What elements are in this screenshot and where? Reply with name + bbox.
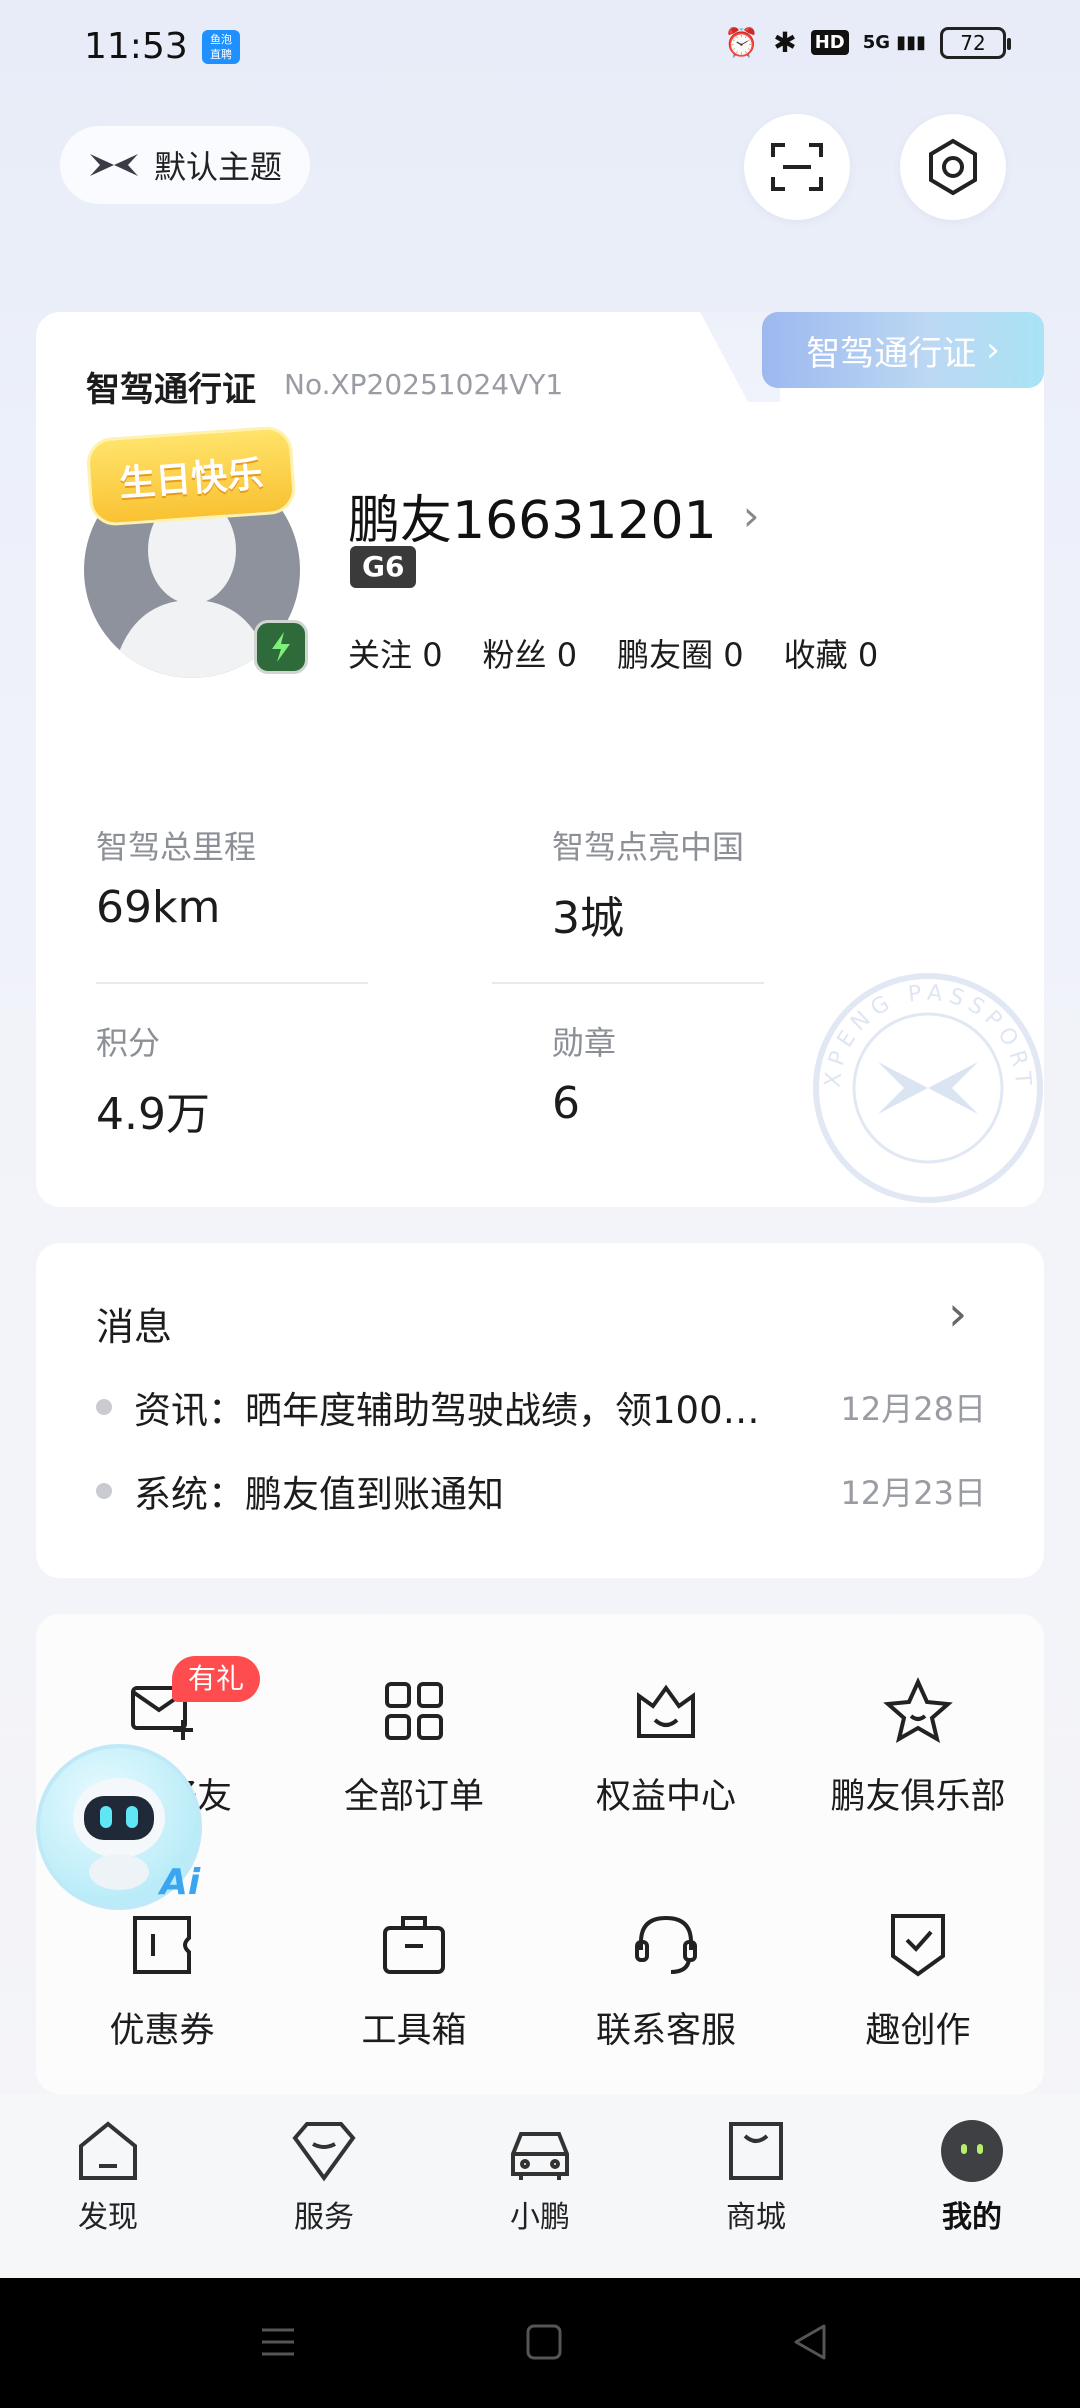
message-item[interactable]: 资讯：晒年度辅助驾驶战绩，领100… 12月28日 [96, 1380, 986, 1434]
coupon-button[interactable]: 优惠券 [36, 1910, 288, 2053]
ai-label: Ai [160, 1862, 201, 1903]
divider [492, 982, 764, 984]
house-icon [79, 2121, 137, 2180]
nav-label: 我的 [942, 2200, 1002, 2235]
theme-button[interactable]: 默认主题 [60, 126, 311, 204]
status-time: 11:53 [84, 26, 188, 67]
passport-stamp-icon: XPENG PASSPORT [813, 973, 1043, 1203]
username-link[interactable]: 鹏友16631201 › [348, 478, 759, 553]
toolbox-icon [383, 1916, 445, 1974]
nav-label: 服务 [294, 2200, 354, 2235]
stat-value: 69km [96, 882, 221, 933]
nav-label: 发现 [78, 2200, 138, 2235]
all-orders-button[interactable]: 全部订单 [288, 1676, 540, 1819]
settings-hexagon-icon [929, 138, 977, 196]
grid-label: 趣创作 [865, 2011, 971, 2051]
app-notification-icon: 鱼泡 直聘 [202, 30, 240, 64]
grid-label: 鹏友俱乐部 [830, 1777, 1006, 1817]
chevron-right-icon: › [986, 330, 1000, 370]
diamond-icon [292, 2122, 356, 2182]
nav-discover[interactable]: 发现 [0, 2116, 216, 2236]
theme-label: 默认主题 [154, 148, 283, 186]
stat-value: 3城 [552, 893, 624, 944]
nav-mall[interactable]: 商城 [648, 2116, 864, 2236]
follow-link[interactable]: 关注 0 [348, 630, 443, 676]
create-button[interactable]: 趣创作 [792, 1910, 1044, 2053]
alarm-icon: ⏰ [724, 26, 760, 59]
menu-icon[interactable] [258, 2322, 298, 2362]
favorites-link[interactable]: 收藏 0 [784, 630, 879, 676]
nav-xpeng[interactable]: 小鹏 [432, 2116, 648, 2236]
circle-link[interactable]: 鹏友圈 0 [617, 630, 744, 676]
stat-points[interactable]: 积分 4.9万 [96, 1018, 210, 1142]
avatar-icon [941, 2120, 1003, 2182]
stat-label: 智驾点亮中国 [552, 828, 745, 866]
message-text: 资讯：晒年度辅助驾驶战绩，领100… [134, 1389, 760, 1432]
star-icon [883, 1677, 953, 1744]
nav-mine[interactable]: 我的 [864, 2116, 1080, 2236]
stat-label: 智驾总里程 [96, 828, 257, 866]
grid-label: 工具箱 [361, 2011, 467, 2051]
username: 鹏友16631201 [348, 491, 717, 551]
stat-cities[interactable]: 智驾点亮中国 3城 [552, 822, 744, 946]
grid-label: 全部订单 [343, 1777, 484, 1817]
bluetooth-icon: ✱ [773, 26, 797, 59]
message-text: 系统：鹏友值到账通知 [134, 1473, 504, 1516]
stat-mileage[interactable]: 智驾总里程 69km [96, 822, 256, 933]
status-icons: ⏰ ✱ HD 5G ▮▮▮ 72 [724, 26, 1011, 59]
headset-icon [635, 1915, 697, 1974]
bullet-dot [96, 1483, 112, 1499]
grid-label: 联系客服 [595, 2011, 736, 2051]
passport-number: No.XP20251024VY1 [284, 368, 564, 401]
nav-label: 商城 [726, 2200, 786, 2235]
chevron-right-icon[interactable]: › [948, 1286, 967, 1342]
badge-check-icon [891, 1914, 945, 1977]
settings-button[interactable] [900, 114, 1006, 220]
crown-box-icon [637, 1684, 695, 1738]
passport-tab-button[interactable]: 智驾通行证 › [762, 312, 1044, 388]
benefits-center-button[interactable]: 权益中心 [540, 1676, 792, 1819]
social-stats: 关注 0 粉丝 0 鹏友圈 0 收藏 0 [348, 630, 878, 676]
back-icon[interactable] [790, 2322, 830, 2362]
message-date: 12月23日 [840, 1474, 986, 1512]
grid-icon [385, 1682, 443, 1740]
passport-title: 智驾通行证 [86, 370, 256, 410]
grid-label: 优惠券 [109, 2011, 215, 2051]
scan-icon [771, 143, 823, 191]
fans-link[interactable]: 粉丝 0 [483, 630, 578, 676]
stat-label: 积分 [96, 1024, 161, 1062]
messages-title: 消息 [96, 1305, 173, 1349]
chevron-right-icon: › [742, 491, 760, 540]
divider [96, 982, 368, 984]
signal-icon: 5G ▮▮▮ [862, 31, 926, 53]
scan-button[interactable] [744, 114, 850, 220]
system-nav-bar [0, 2278, 1080, 2408]
svg-text:XPENG PASSPORT: XPENG PASSPORT [821, 980, 1036, 1091]
coupon-icon [133, 1916, 191, 1974]
message-date: 12月28日 [840, 1390, 986, 1428]
passport-tab-label: 智驾通行证 [806, 333, 977, 374]
bullet-dot [96, 1399, 112, 1415]
club-button[interactable]: 鹏友俱乐部 [792, 1676, 1044, 1819]
toolbox-button[interactable]: 工具箱 [288, 1910, 540, 2053]
hd-icon: HD [810, 30, 849, 55]
stat-value: 4.9万 [96, 1089, 210, 1140]
grid-label: 权益中心 [595, 1777, 736, 1817]
level-badge-icon [254, 620, 308, 674]
stat-value: 6 [552, 1078, 580, 1129]
birthday-sticker: 生日快乐 [85, 424, 297, 528]
nav-label: 小鹏 [510, 2200, 570, 2235]
nav-service[interactable]: 服务 [216, 2116, 432, 2236]
car-model-tag: G6 [350, 546, 417, 588]
gift-badge: 有礼 [172, 1656, 261, 1702]
battery-icon: 72 [940, 26, 1011, 59]
xpeng-logo-icon [90, 154, 138, 176]
message-item[interactable]: 系统：鹏友值到账通知 12月23日 [96, 1464, 986, 1518]
home-icon[interactable] [524, 2322, 564, 2362]
car-icon [511, 2132, 569, 2180]
customer-service-button[interactable]: 联系客服 [540, 1910, 792, 2053]
stat-label: 勋章 [552, 1024, 617, 1062]
shopping-bag-icon [729, 2122, 783, 2180]
stat-medals[interactable]: 勋章 6 [552, 1018, 616, 1129]
